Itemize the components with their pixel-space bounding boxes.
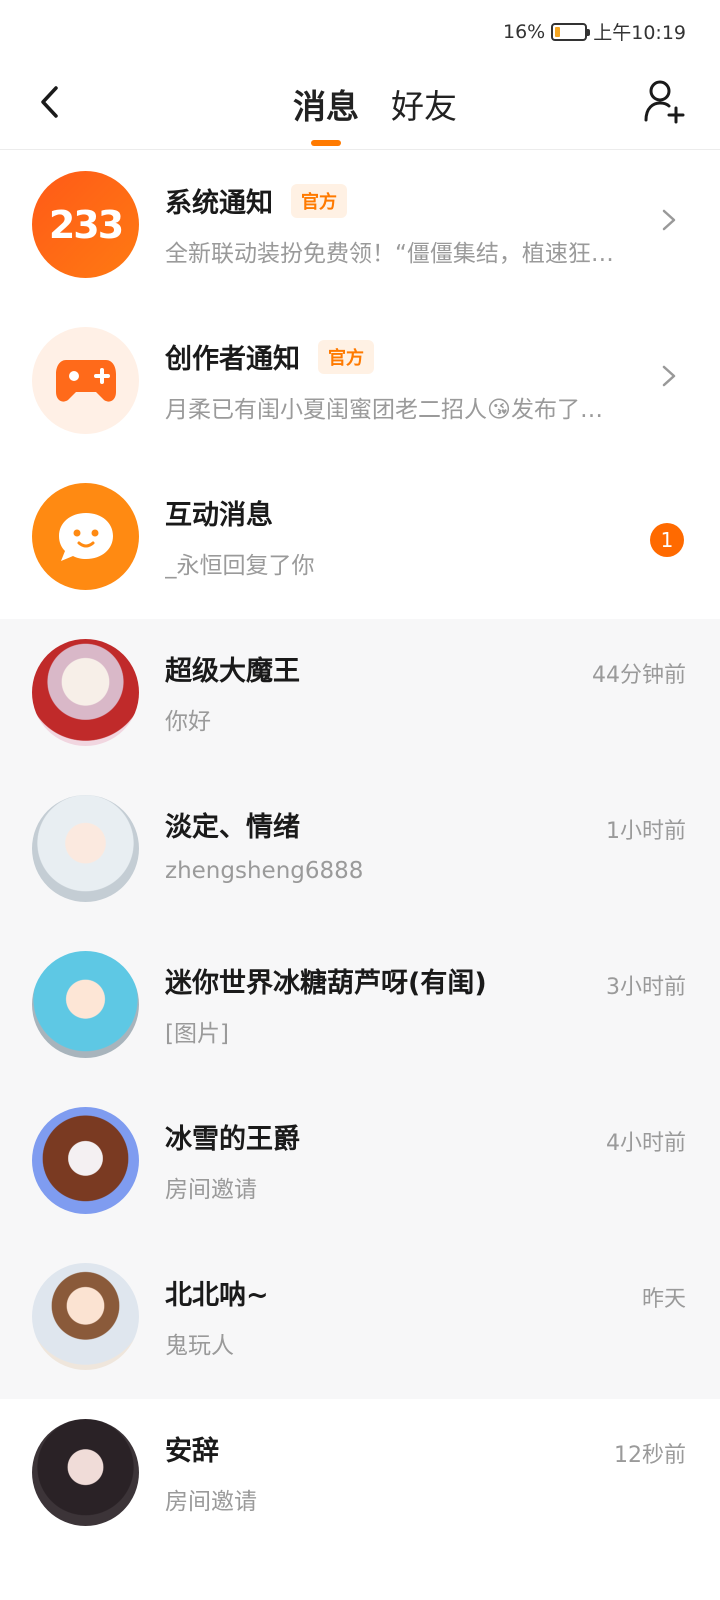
chat-row[interactable]: 淡定、情绪 zhengsheng6888 1小时前 [0,775,720,931]
item-body: 淡定、情绪 zhengsheng6888 [165,805,680,884]
unread-badge: 1 [650,523,684,557]
gamepad-icon [32,327,139,434]
chat-preview: [图片] [165,1021,229,1047]
chevron-right-icon [662,365,676,387]
item-title: 创作者通知 [165,344,300,375]
avatar [32,639,139,746]
avatar-text: 233 [48,202,124,247]
chat-time: 3小时前 [606,975,686,1000]
chat-time: 12秒前 [614,1443,686,1468]
chevron-right-icon [662,209,676,231]
chat-row[interactable]: 超级大魔王 你好 44分钟前 [0,619,720,775]
tab-friends-label: 好友 [391,87,457,126]
official-tag: 官方 [291,183,347,218]
gamepad-glyph [55,359,116,402]
item-body: 系统通知 官方 全新联动装扮免费领！“僵僵集结，植速狂… [165,181,680,268]
chat-preview: 鬼玩人 [165,1333,234,1359]
message-list: 233 系统通知 官方 全新联动装扮免费领！“僵僵集结，植速狂… 创作者通知 官… [0,151,720,1555]
chat-smile-glyph [58,512,113,561]
avatar [32,1263,139,1370]
chat-smile-icon [32,483,139,590]
tab-messages-label: 消息 [293,87,359,126]
tab-indicator [311,140,341,146]
item-title: 互动消息 [165,500,273,531]
item-title-row: 创作者通知 官方 [165,337,680,376]
item-subtitle: _永恒回复了你 [165,553,315,579]
item-body: 冰雪的王爵 房间邀请 [165,1117,680,1204]
list-item-system-notice[interactable]: 233 系统通知 官方 全新联动装扮免费领！“僵僵集结，植速狂… [0,151,720,307]
add-friend-button[interactable] [640,76,690,126]
avatar [32,1419,139,1526]
item-body: 安辞 房间邀请 [165,1429,680,1516]
avatar [32,1107,139,1214]
status-right: 16% 上午10:19 [503,18,686,45]
chat-preview: zhengsheng6888 [165,858,364,884]
item-body: 迷你世界冰糖葫芦呀(有闺) [图片] [165,961,680,1048]
item-title-row: 互动消息 [165,493,680,532]
status-bar: 16% 上午10:19 [0,0,720,62]
item-subtitle: 全新联动装扮免费领！“僵僵集结，植速狂… [165,241,614,267]
chat-time: 4小时前 [606,1131,686,1156]
chat-time: 1小时前 [606,819,686,844]
official-tag: 官方 [318,339,374,374]
tab-messages[interactable]: 消息 [293,76,359,146]
chat-row[interactable]: 安辞 房间邀请 12秒前 [0,1399,720,1555]
chat-row[interactable]: 北北呐~ 鬼玩人 昨天 [0,1243,720,1399]
item-subtitle: 月柔已有闺小夏闺蜜团老二招人😘发布了… [165,397,603,423]
chat-name: 淡定、情绪 [165,812,300,843]
list-item-interaction[interactable]: 互动消息 _永恒回复了你 1 [0,463,720,619]
chat-row[interactable]: 迷你世界冰糖葫芦呀(有闺) [图片] 3小时前 [0,931,720,1087]
chat-preview: 房间邀请 [165,1489,257,1515]
chat-name: 冰雪的王爵 [165,1124,300,1155]
tab-friends[interactable]: 好友 [391,76,457,142]
avatar [32,951,139,1058]
battery-percent: 16% [503,20,546,43]
chat-time: 昨天 [641,1287,686,1312]
chat-preview: 房间邀请 [165,1177,257,1203]
avatar [32,795,139,902]
battery-icon [551,22,591,41]
item-title-row: 系统通知 官方 [165,181,680,220]
header: 消息 好友 [0,62,720,150]
add-user-icon [644,80,685,124]
tab-bar: 消息 好友 [0,76,720,146]
chat-row[interactable]: 冰雪的王爵 房间邀请 4小时前 [0,1087,720,1243]
chat-name: 安辞 [165,1436,219,1467]
clock: 上午10:19 [593,22,686,44]
chat-preview: 你好 [165,709,211,735]
233-logo-icon: 233 [32,171,139,278]
chat-name: 迷你世界冰糖葫芦呀(有闺) [165,968,487,999]
item-body: 创作者通知 官方 月柔已有闺小夏闺蜜团老二招人😘发布了… [165,337,680,424]
chat-time: 44分钟前 [592,663,686,688]
battery-fill [555,26,560,37]
item-body: 北北呐~ 鬼玩人 [165,1273,680,1360]
list-item-creator-notice[interactable]: 创作者通知 官方 月柔已有闺小夏闺蜜团老二招人😘发布了… [0,307,720,463]
chat-name: 北北呐~ [165,1280,269,1311]
item-title: 系统通知 [165,188,273,219]
item-body: 互动消息 _永恒回复了你 [165,493,680,580]
